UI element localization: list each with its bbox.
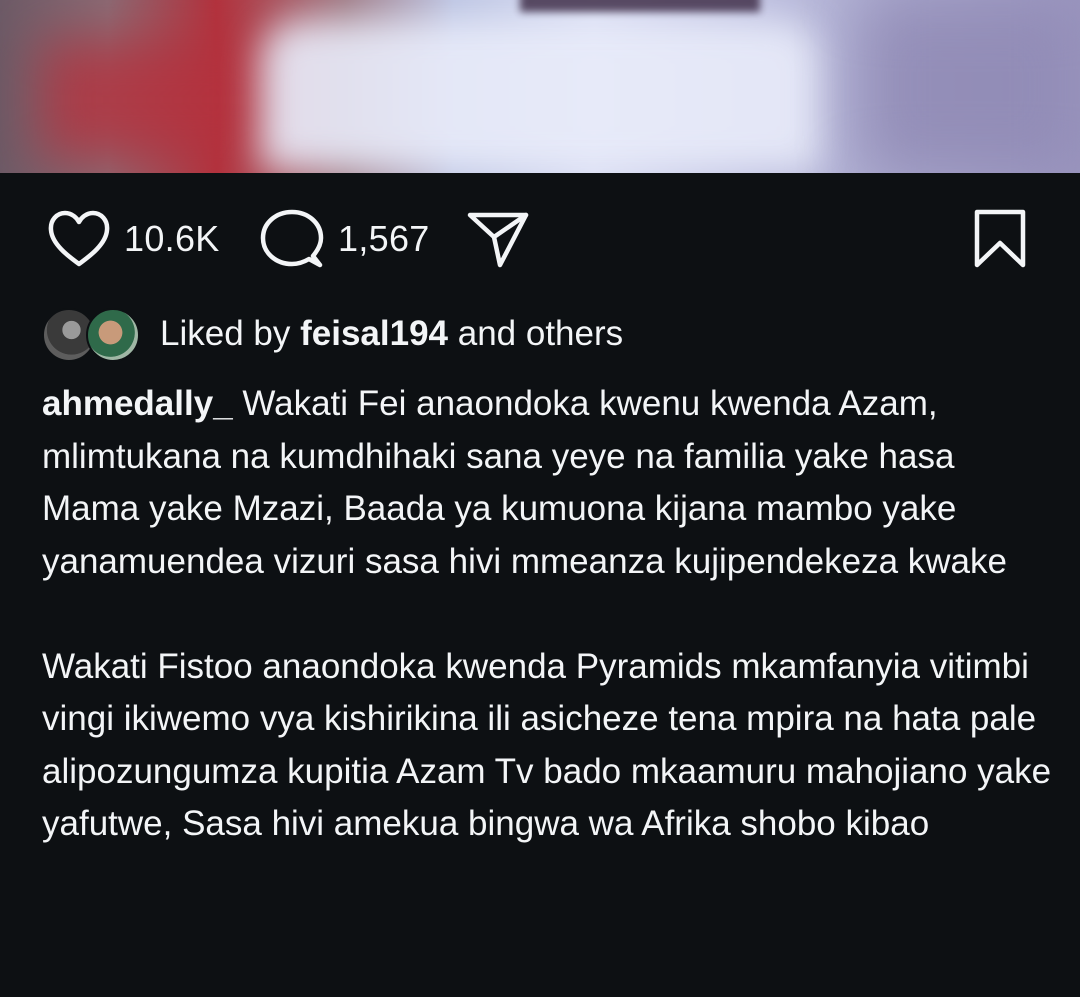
liked-by-text: Liked by feisal194 and others [160, 314, 623, 354]
post-caption: ahmedally_ Wakati Fei anaondoka kwenu kw… [42, 378, 1052, 851]
heart-icon[interactable] [46, 208, 112, 270]
post-action-bar: 10.6K 1,567 [0, 205, 1080, 273]
comment-button[interactable]: 1,567 [258, 205, 430, 273]
caption-paragraph-2: Wakati Fistoo anaondoka kwenda Pyramids … [42, 646, 1052, 844]
liked-by-row[interactable]: Liked by feisal194 and others [42, 306, 623, 362]
comments-count[interactable]: 1,567 [338, 218, 430, 260]
liked-by-prefix: Liked by [160, 314, 291, 353]
caption-username[interactable]: ahmedally_ [42, 384, 233, 423]
likes-count[interactable]: 10.6K [124, 218, 220, 260]
liked-by-suffix[interactable]: and others [458, 314, 623, 353]
caption-paragraph-1: ahmedally_ Wakati Fei anaondoka kwenu kw… [42, 378, 1052, 588]
post-image[interactable] [0, 0, 1080, 173]
share-button[interactable] [466, 205, 530, 273]
like-button[interactable]: 10.6K [46, 205, 220, 273]
save-button[interactable] [972, 205, 1028, 273]
avatar[interactable] [86, 308, 140, 362]
liked-by-username[interactable]: feisal194 [300, 314, 448, 353]
liker-avatars[interactable] [42, 306, 142, 362]
bookmark-icon[interactable] [972, 207, 1028, 271]
comment-bubble-icon[interactable] [258, 207, 326, 271]
send-paper-plane-icon[interactable] [466, 207, 530, 271]
